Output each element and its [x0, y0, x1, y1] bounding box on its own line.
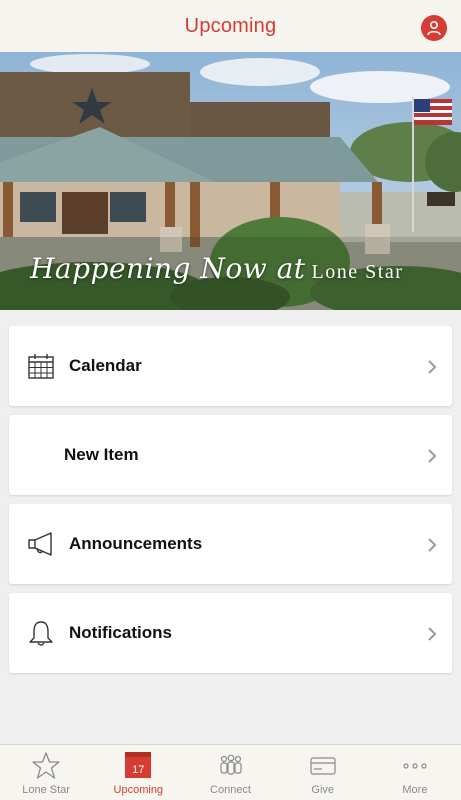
menu-list: Calendar New Item Announcements Notifica…: [9, 326, 452, 682]
card-icon: [310, 757, 336, 775]
menu-item-calendar[interactable]: Calendar: [9, 326, 452, 406]
menu-item-label: New Item: [64, 445, 139, 464]
menu-item-notifications[interactable]: Notifications: [9, 593, 452, 673]
star-icon: [32, 752, 60, 779]
hero-script-text: Happening Now at: [30, 252, 306, 285]
chevron-right-icon: [428, 360, 437, 374]
hero-caps-text: Lone Star: [311, 261, 404, 283]
menu-item-label: Announcements: [69, 534, 203, 553]
top-header: Upcoming: [0, 0, 461, 52]
tab-label: Upcoming: [113, 784, 164, 796]
chevron-right-icon: [428, 538, 437, 552]
tab-label: Lone Star: [22, 784, 70, 796]
chevron-right-icon: [428, 627, 437, 641]
calendar-badge-icon: 17: [123, 751, 153, 781]
calendar-badge-number: 17: [125, 752, 152, 778]
chevron-right-icon: [428, 449, 437, 463]
tab-label: Give: [311, 784, 335, 796]
tab-give[interactable]: Give: [277, 745, 369, 800]
megaphone-icon: [28, 532, 52, 556]
hero-banner[interactable]: Happening Now at Lone Star: [0, 52, 461, 310]
more-icon: [403, 763, 427, 769]
menu-item-label: Notifications: [69, 623, 172, 642]
tab-connect[interactable]: Connect: [184, 745, 276, 800]
menu-item-new-item[interactable]: New Item: [9, 415, 452, 495]
bottom-tab-bar: Lone Star 17 Upcoming Connect Give More: [0, 744, 461, 800]
profile-button[interactable]: [421, 15, 447, 41]
people-icon: [219, 754, 242, 775]
calendar-icon: [28, 354, 54, 379]
menu-item-label: Calendar: [69, 356, 142, 375]
tab-upcoming[interactable]: 17 Upcoming: [92, 745, 184, 800]
page-title: Upcoming: [184, 14, 277, 37]
tab-label: Connect: [210, 784, 251, 796]
tab-lone-star[interactable]: Lone Star: [0, 745, 92, 800]
tab-label: More: [402, 784, 428, 796]
menu-item-announcements[interactable]: Announcements: [9, 504, 452, 584]
hero-caption: Happening Now at Lone Star: [30, 252, 460, 285]
bell-icon: [29, 621, 53, 646]
tab-more[interactable]: More: [369, 745, 461, 800]
user-icon: [427, 20, 441, 36]
